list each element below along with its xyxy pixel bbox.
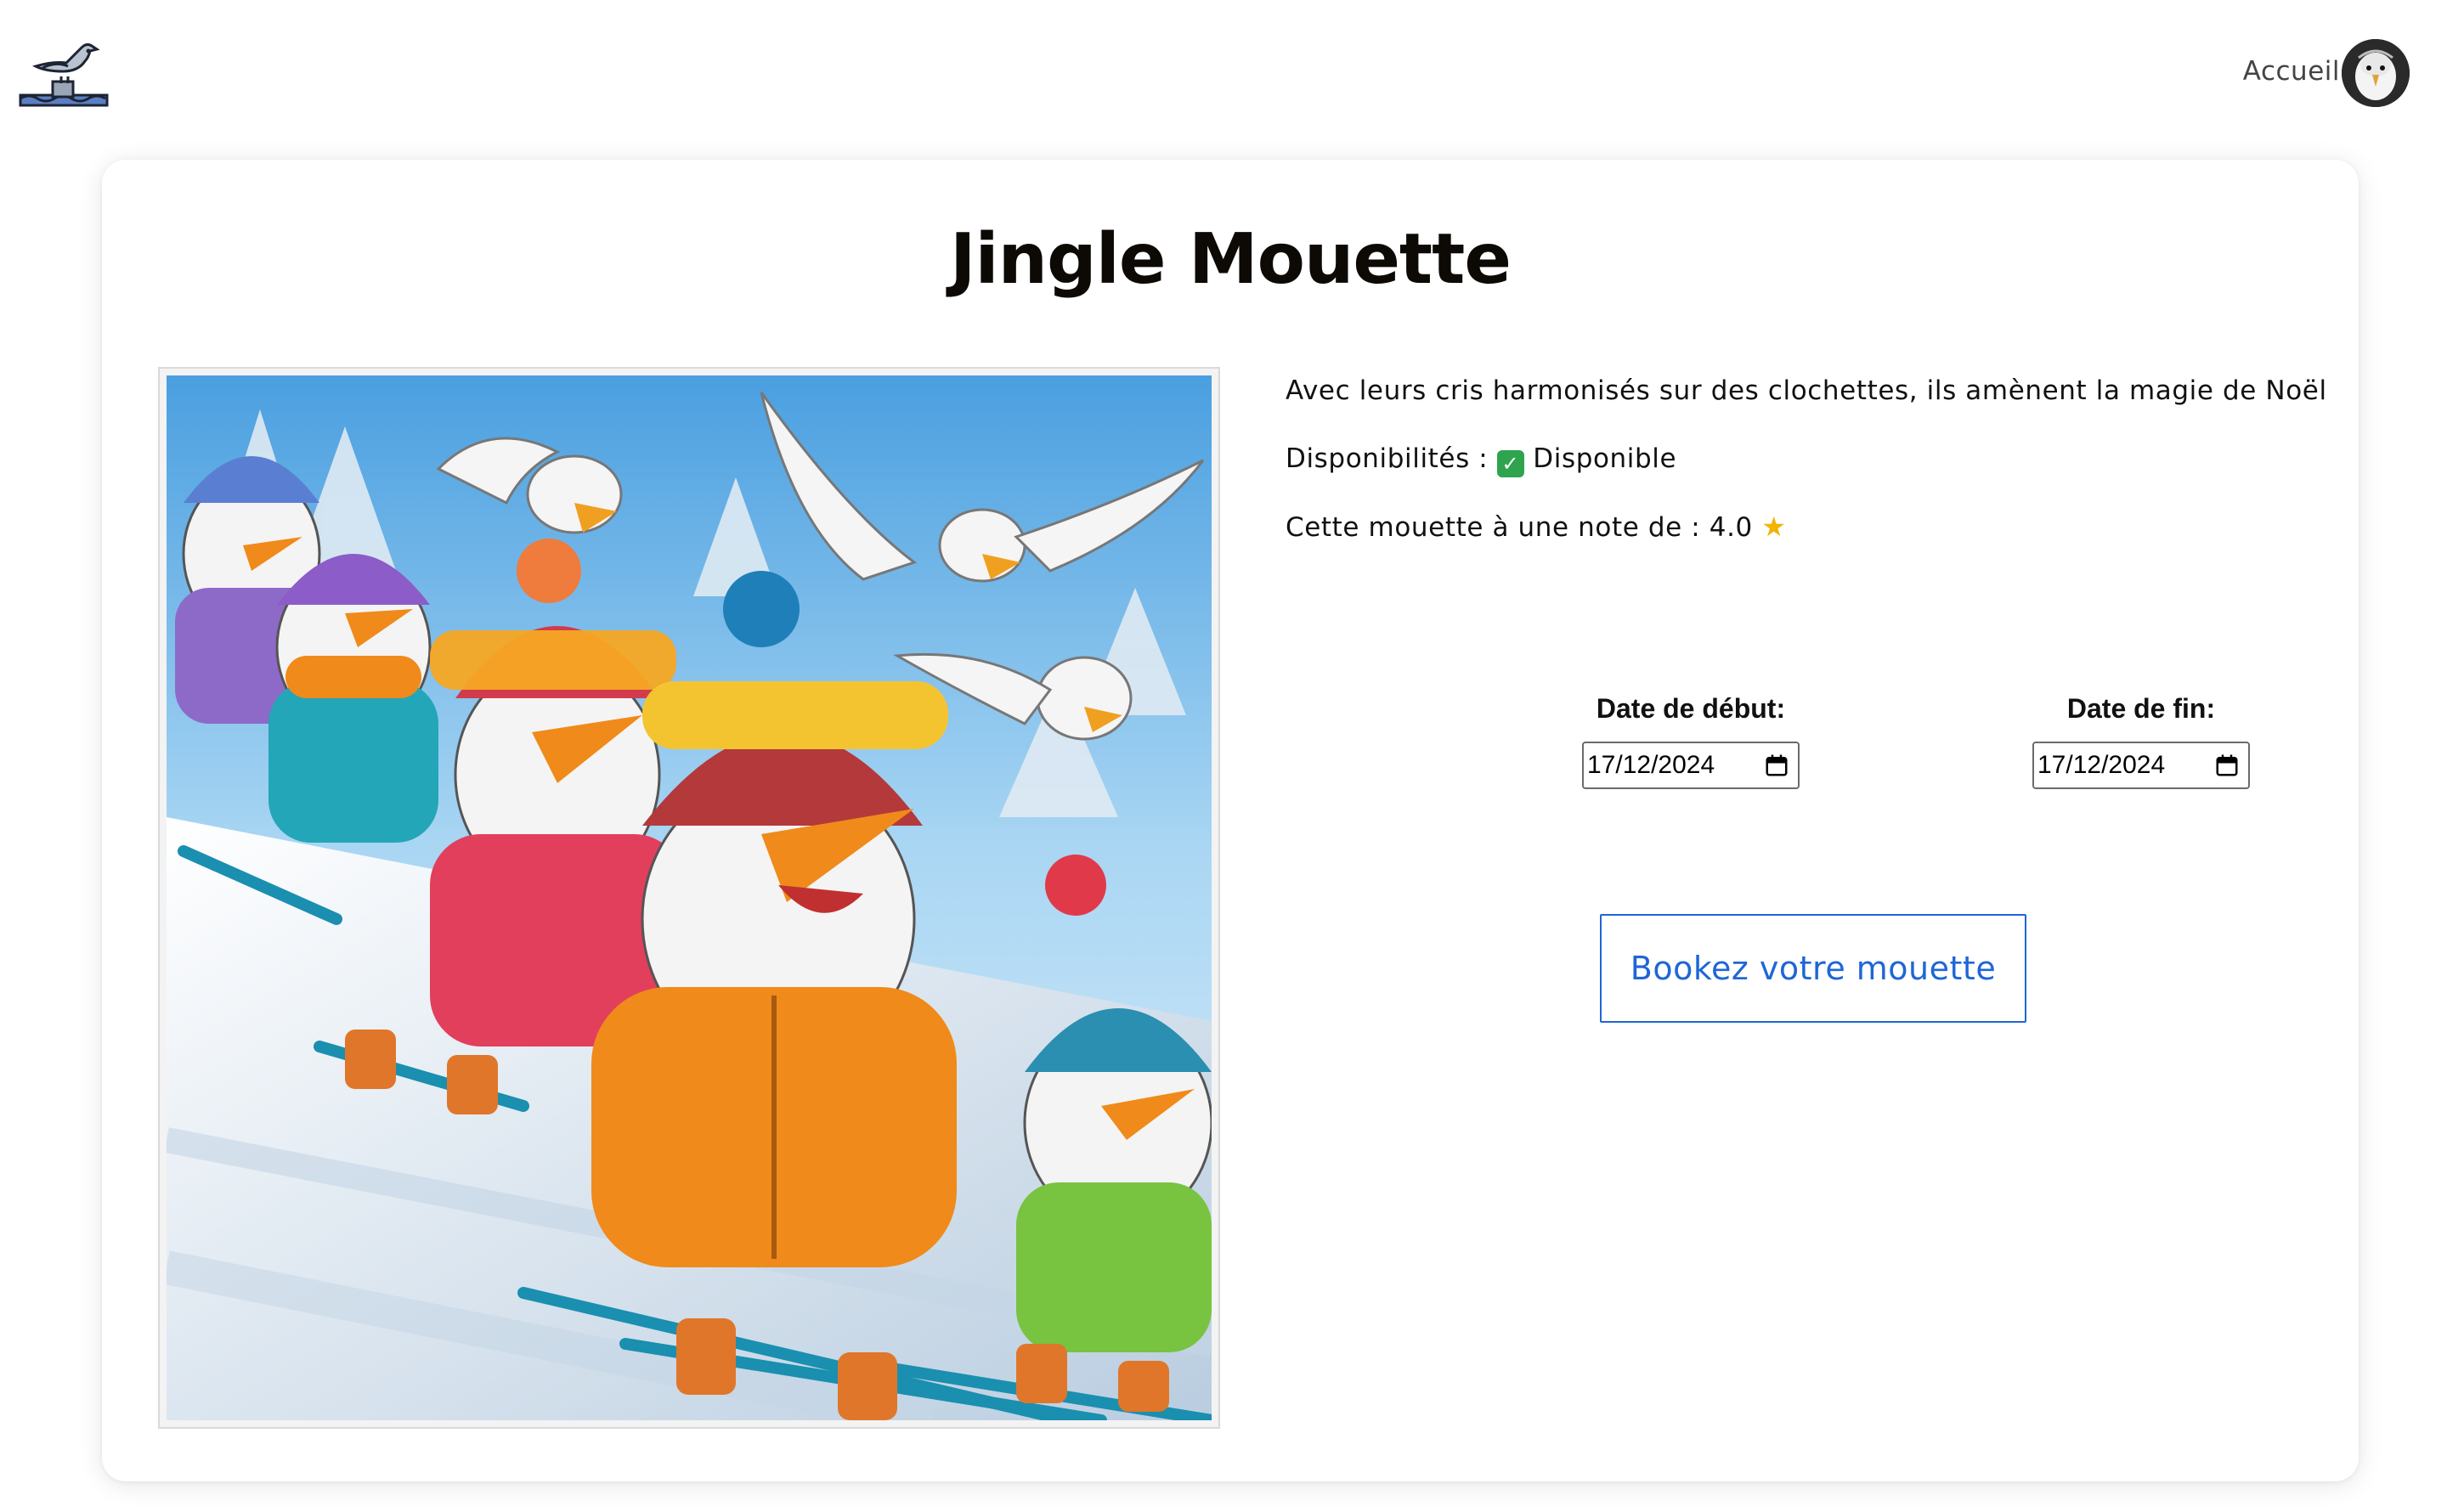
end-date-input[interactable]: 17/12/2024 [2032,742,2250,789]
user-avatar-icon [2342,39,2410,107]
product-card: Jingle Mouette Avec leurs cris harmonisé… [102,160,2359,1481]
product-description: Avec leurs cris harmonisés sur des cloch… [1286,375,2327,406]
star-icon: ★ [1761,511,1787,543]
start-date-input[interactable]: 17/12/2024 [1582,742,1800,789]
availability-line: Disponibilités : ✓ Disponible [1286,440,2339,477]
end-date-value: 17/12/2024 [2037,751,2166,779]
calendar-icon[interactable] [1764,753,1789,778]
end-date-group: Date de fin: 17/12/2024 [2005,693,2277,789]
top-header: Accueil [0,0,2447,127]
product-image-frame [158,367,1220,1429]
check-mark-icon: ✓ [1496,450,1524,477]
product-image [167,375,1212,1420]
book-seagull-button[interactable]: Bookez votre mouette [1600,914,2026,1023]
seagull-logo-icon[interactable] [19,29,109,119]
availability-label: Disponibilités : [1286,443,1489,474]
rating-line: Cette mouette à une note de : 4.0 ★ [1286,508,2339,546]
start-date-value: 17/12/2024 [1587,751,1715,779]
rating-value: 4.0 [1709,512,1753,543]
calendar-icon[interactable] [2214,753,2240,778]
availability-value: Disponible [1533,443,1677,474]
start-date-label: Date de début: [1596,693,1786,724]
nav-home-link[interactable]: Accueil [2243,56,2340,87]
page-title: Jingle Mouette [950,219,1512,300]
rating-label: Cette mouette à une note de : [1286,512,1701,543]
end-date-label: Date de fin: [2066,693,2216,724]
start-date-group: Date de début: 17/12/2024 [1555,693,1827,789]
product-info: Avec leurs cris harmonisés sur des cloch… [1286,372,2339,577]
avatar[interactable] [2342,39,2410,107]
